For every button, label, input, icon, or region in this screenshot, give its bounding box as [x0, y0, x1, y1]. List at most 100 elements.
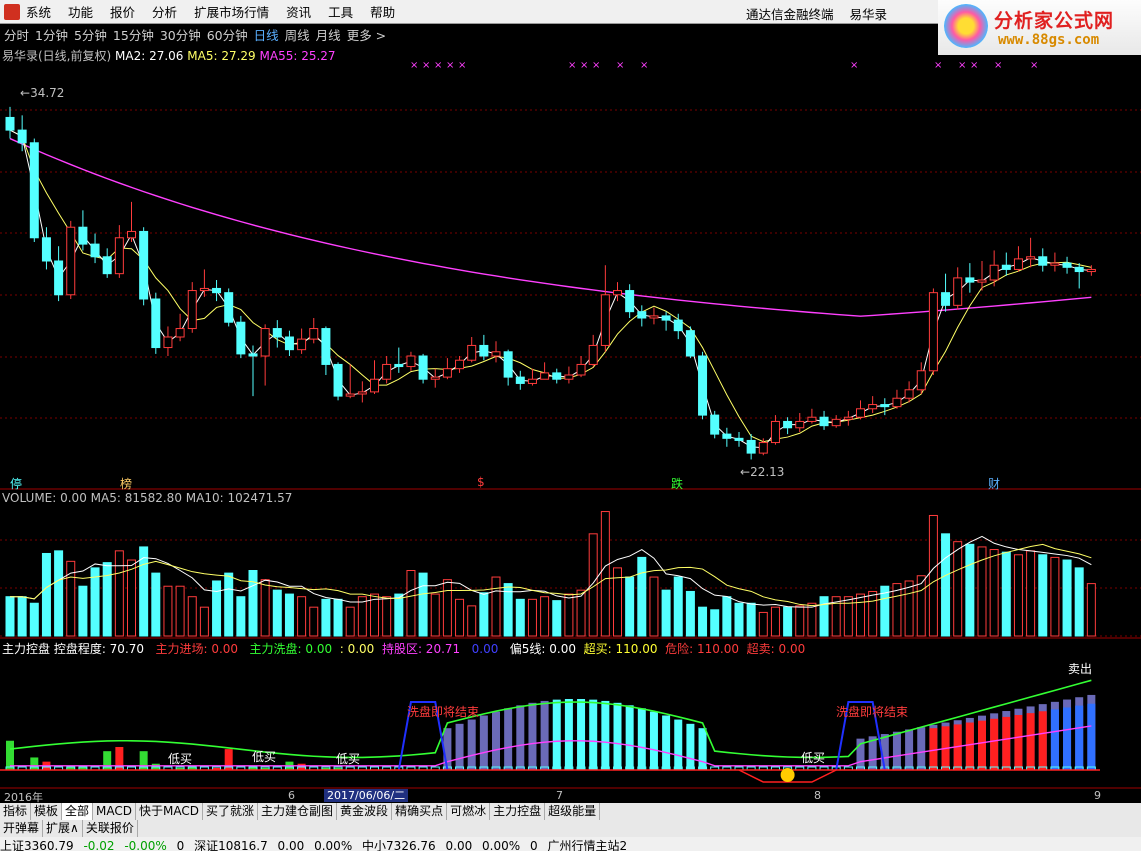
ma55-line [9, 137, 1092, 317]
control-bar [917, 727, 926, 770]
menu-item-tools[interactable]: 工具 [328, 2, 353, 21]
candle-body [29, 142, 39, 239]
tab-flammable-ice[interactable]: 可燃冰 [447, 803, 491, 820]
annotation-sell: 卖出 [1068, 662, 1093, 676]
status-sh-change: -0.02 [83, 839, 115, 851]
entry-bar [30, 757, 39, 770]
candle-body [1038, 256, 1048, 266]
control-bar [504, 708, 513, 770]
menu-item-analysis[interactable]: 分析 [152, 2, 177, 21]
candle-body [260, 328, 270, 357]
tab-expand[interactable]: 扩展∧ [43, 820, 83, 837]
period-tick[interactable]: 分时 [4, 25, 31, 44]
annotation-low-buy-3: 低买 [336, 752, 361, 766]
candle-body [467, 344, 477, 361]
candle-body [54, 260, 64, 296]
volume-bar [394, 593, 404, 637]
signal-x-mark: × [458, 60, 466, 71]
status-sme-index: 中小7326.76 [362, 839, 436, 851]
ma2-line [9, 129, 1092, 449]
volume-bar [600, 511, 610, 637]
menu-item-news[interactable]: 资讯 [286, 2, 311, 21]
period-60min[interactable]: 60分钟 [207, 25, 250, 44]
volume-header: VOLUME: 0.00 MA5: 81582.80 MA10: 102471.… [2, 491, 293, 505]
menu-item-system[interactable]: 系统 [26, 2, 51, 21]
indicator-hold-zone: 持股区: 20.71 [381, 642, 461, 656]
volume-bar [1038, 554, 1048, 637]
volume-bar [819, 596, 829, 637]
tab-precise-buy[interactable]: 精确买点 [392, 803, 448, 820]
menu-item-extended-market[interactable]: 扩展市场行情 [194, 2, 269, 21]
tab-template[interactable]: 模板 [31, 803, 63, 820]
tab-related-quote[interactable]: 关联报价 [83, 820, 138, 837]
tab-super-energy[interactable]: 超级能量 [545, 803, 601, 820]
candle-body [187, 290, 197, 330]
period-more[interactable]: 更多 > [347, 25, 388, 44]
chart-area[interactable]: × × × × × × × × × × × × × × × × [0, 45, 1141, 789]
signal-x-mark: × [850, 60, 858, 71]
tab-indicator[interactable]: 指标 [0, 803, 32, 820]
volume-bar [175, 585, 185, 637]
period-daily[interactable]: 日线 [254, 25, 281, 44]
marker-fall[interactable]: 跌 [671, 475, 683, 492]
tab-main-control[interactable]: 主力控盘 [490, 803, 546, 820]
menu-item-help[interactable]: 帮助 [370, 2, 395, 21]
volume-bar [661, 589, 671, 637]
candle-body [370, 378, 379, 393]
low-price-label: ←22.13 [740, 465, 785, 479]
period-5min[interactable]: 5分钟 [74, 25, 109, 44]
tab-buy-rise[interactable]: 买了就涨 [203, 803, 259, 820]
marker-finance[interactable]: 财 [988, 475, 1000, 492]
period-weekly[interactable]: 周线 [285, 25, 312, 44]
candle-body [795, 420, 805, 429]
tab-all[interactable]: 全部 [62, 803, 94, 820]
candle-body [576, 363, 586, 376]
entry-bar [1002, 716, 1011, 770]
entry-bar [929, 728, 938, 770]
tab-macd[interactable]: MACD [93, 803, 137, 820]
date-month-8: 8 [814, 789, 821, 802]
candle-body [758, 442, 768, 454]
tab-golden-band[interactable]: 黄金波段 [337, 803, 393, 820]
volume-bar [102, 562, 112, 637]
volume-bar [722, 596, 732, 637]
entry-bar [1087, 703, 1096, 770]
menu-item-function[interactable]: 功能 [68, 2, 93, 21]
volume-bar [1013, 554, 1023, 637]
control-bar [698, 728, 707, 770]
control-bar [625, 705, 634, 770]
volume-bar [941, 533, 951, 637]
candle-body [321, 328, 331, 365]
tab-faster-macd[interactable]: 快于MACD [136, 803, 204, 820]
marker-stop[interactable]: 停 [10, 475, 22, 492]
volume-bar [552, 600, 562, 637]
menu-item-quote[interactable]: 报价 [110, 2, 135, 21]
control-bar [540, 700, 549, 770]
volume-bar [625, 576, 635, 637]
ma2-label: MA2: 27.06 [115, 49, 184, 63]
marker-rank[interactable]: 榜 [120, 475, 132, 492]
marker-dollar[interactable]: $ [477, 475, 485, 489]
volume-bar [673, 576, 683, 637]
candle-body [1074, 266, 1084, 273]
entry-bar [1063, 707, 1072, 770]
period-30min[interactable]: 30分钟 [160, 25, 203, 44]
candle-body [479, 344, 489, 357]
candle-body [722, 433, 732, 439]
period-monthly[interactable]: 月线 [316, 25, 343, 44]
volume-bar [418, 572, 428, 637]
candle-body [564, 374, 574, 380]
entry-bar [1075, 705, 1084, 770]
volume-bar [904, 580, 914, 637]
control-bar [479, 715, 488, 770]
tab-barrage[interactable]: 开弹幕 [0, 820, 44, 837]
volume-bar [928, 514, 938, 637]
volume-bar [236, 596, 246, 637]
tab-main-build[interactable]: 主力建仓副图 [258, 803, 338, 820]
candle-body [284, 336, 294, 351]
volume-bar [564, 593, 574, 637]
volume-bar [54, 550, 64, 637]
period-15min[interactable]: 15分钟 [113, 25, 156, 44]
volume-bar [734, 602, 744, 637]
period-1min[interactable]: 1分钟 [35, 25, 70, 44]
